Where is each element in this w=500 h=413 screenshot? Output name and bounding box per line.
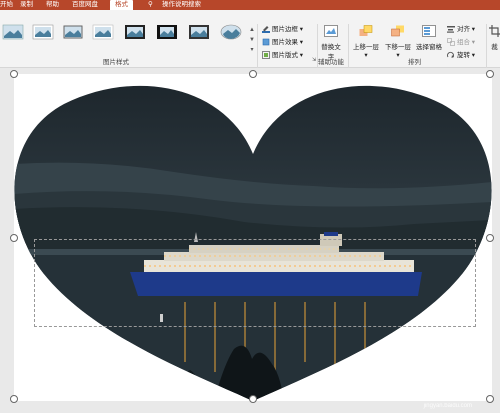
pencil-icon (262, 25, 270, 34)
tab-format[interactable]: 格式 (110, 0, 133, 10)
picture-effects-button[interactable]: 图片效果 ▾ (262, 38, 303, 47)
align-button[interactable]: 对齐 ▾ (447, 25, 475, 34)
gallery-scroll-up-icon[interactable]: ▲ (249, 26, 255, 34)
picture-style-thumb[interactable] (156, 24, 178, 40)
picture-style-thumb[interactable] (188, 24, 210, 40)
dialog-launcher-icon[interactable]: ⇲ (312, 57, 316, 63)
selection-pane-button[interactable]: 选择窗格 (414, 25, 444, 51)
send-backward-icon (383, 25, 413, 39)
bring-forward-icon (351, 25, 381, 39)
picture-border-button[interactable]: 图片边框 ▾ (262, 25, 303, 34)
resize-handle-bottom-right[interactable] (486, 395, 494, 403)
tab-help[interactable]: 帮助 (46, 0, 59, 10)
picture-style-thumb[interactable] (2, 24, 24, 40)
group-label-accessibility: 辅助功能 (318, 59, 344, 66)
picture-style-thumb[interactable] (62, 24, 84, 40)
slide[interactable] (10, 70, 494, 403)
tab-record[interactable]: 录制 (20, 0, 33, 10)
group-button[interactable]: 组合 ▾ (447, 38, 475, 47)
send-backward-button[interactable]: 下移一层 ▾ (383, 25, 413, 59)
resize-handle-bottom-left[interactable] (10, 395, 18, 403)
group-label-arrange: 排列 (408, 59, 421, 66)
baidu-watermark: Bai 经验 (432, 384, 486, 399)
picture-style-thumb[interactable] (92, 24, 114, 40)
divider (257, 24, 258, 68)
crop-button[interactable]: 裁 (489, 25, 500, 51)
divider (486, 24, 487, 68)
resize-handle-top-left[interactable] (10, 70, 18, 78)
rotate-button[interactable]: 旋转 ▾ (447, 51, 475, 60)
heart-cropped-picture[interactable] (14, 74, 492, 401)
resize-handle-right[interactable] (486, 234, 494, 242)
rotate-icon (447, 51, 455, 59)
selection-pane-icon (414, 25, 444, 39)
effects-icon (262, 38, 270, 46)
slide-editing-area: Bai 经验 jingyan.baidu.com (0, 68, 500, 413)
gallery-more-icon[interactable]: ▾ (249, 46, 255, 54)
alt-text-icon (320, 25, 342, 39)
resize-handle-bottom[interactable] (249, 395, 257, 403)
tab-home[interactable]: 开始 (0, 0, 13, 10)
crop-icon (489, 25, 500, 39)
resize-handle-top[interactable] (249, 70, 257, 78)
baidu-watermark-url: jingyan.baidu.com (423, 403, 472, 409)
lightbulb-icon: ⚲ (148, 1, 153, 8)
ribbon-tab-bar: 开始 录制 帮助 百度网盘 格式 ⚲ 操作说明搜索 (0, 0, 500, 10)
resize-handle-top-right[interactable] (486, 70, 494, 78)
picture-bounds-outline (34, 239, 476, 327)
divider (348, 24, 349, 68)
align-icon (447, 25, 455, 33)
group-icon (447, 38, 455, 47)
layout-icon (262, 51, 270, 60)
bring-forward-button[interactable]: 上移一层 ▾ (351, 25, 381, 59)
picture-layout-button[interactable]: 图片版式 ▾ (262, 51, 303, 60)
picture-style-thumb[interactable] (32, 24, 54, 40)
gallery-scroll-down-icon[interactable]: ▼ (249, 36, 255, 44)
tell-me-search[interactable]: 操作说明搜索 (162, 0, 201, 10)
ribbon: ▲ ▼ ▾ 图片样式 图片边框 ▾ 图片效果 ▾ 图片版式 ▾ ⇲ 替换文字 辅… (0, 10, 500, 68)
picture-style-thumb[interactable] (124, 24, 146, 40)
tab-baidu-netdisk[interactable]: 百度网盘 (72, 0, 98, 10)
picture-style-thumb[interactable] (220, 24, 242, 40)
picture-styles-gallery (0, 24, 244, 54)
resize-handle-left[interactable] (10, 234, 18, 242)
group-label-picture-styles: 图片样式 (103, 59, 129, 66)
